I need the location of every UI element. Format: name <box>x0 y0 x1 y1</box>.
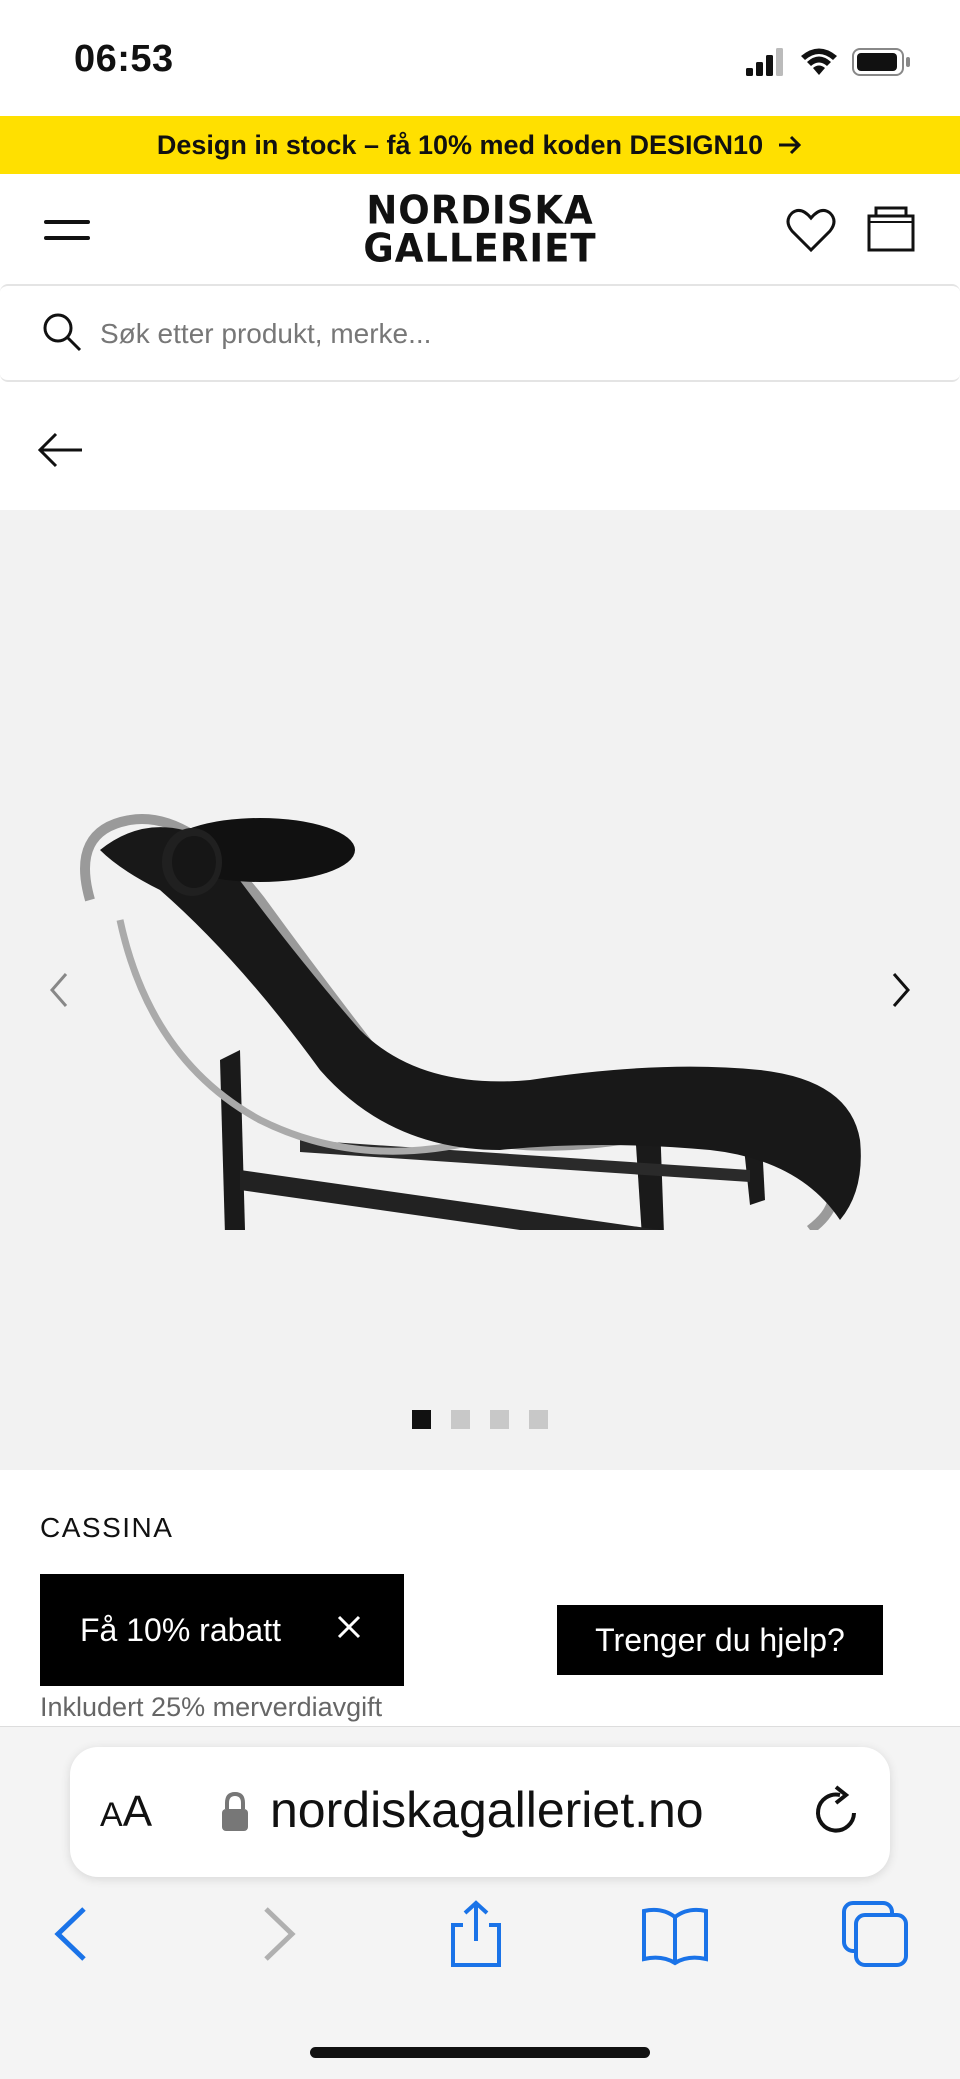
product-image <box>80 814 861 1230</box>
product-gallery[interactable] <box>0 510 960 1470</box>
signal-icon <box>746 48 783 76</box>
text-size-small-a: A <box>100 1796 123 1834</box>
gallery-dot-4[interactable] <box>529 1410 548 1429</box>
menu-icon[interactable] <box>44 214 92 248</box>
url-text: nordiskagalleriet.no <box>270 1782 704 1838</box>
bookmarks-icon[interactable] <box>640 1899 710 1969</box>
discount-popup-button[interactable]: Få 10% rabatt <box>40 1574 404 1686</box>
browser-back-icon[interactable] <box>36 1899 106 1969</box>
browser-forward-icon[interactable] <box>244 1899 314 1969</box>
text-size-large-a: A <box>122 1787 153 1836</box>
lock-icon <box>222 1791 248 1831</box>
search-input[interactable] <box>98 306 922 362</box>
gallery-dot-1[interactable] <box>412 1410 431 1429</box>
wifi-icon <box>801 48 837 75</box>
logo-line1: NORDISKA <box>366 188 594 234</box>
gallery-dot-3[interactable] <box>490 1410 509 1429</box>
address-bar[interactable]: AA nordiskagalleriet.no <box>70 1747 890 1877</box>
arrow-right-icon <box>779 135 802 155</box>
help-button[interactable]: Trenger du hjelp? <box>557 1605 883 1675</box>
home-indicator[interactable] <box>310 2047 650 2058</box>
status-time: 06:53 <box>74 38 174 80</box>
status-icons <box>746 44 912 80</box>
logo-line2: GALLERIET <box>363 225 597 271</box>
gallery-pagination <box>0 1410 960 1429</box>
tabs-icon[interactable] <box>840 1899 910 1969</box>
gallery-dot-2[interactable] <box>451 1410 470 1429</box>
share-icon[interactable] <box>441 1899 511 1969</box>
vat-note: Inkludert 25% merverdiavgift <box>40 1692 383 1722</box>
close-icon[interactable] <box>336 1614 362 1640</box>
discount-label: Få 10% rabatt <box>80 1611 281 1648</box>
reload-icon[interactable] <box>810 1785 864 1839</box>
browser-toolbar: AA nordiskagalleriet.no <box>0 1726 960 2079</box>
bag-icon[interactable] <box>866 204 916 254</box>
back-arrow-icon[interactable] <box>36 430 86 470</box>
product-brand[interactable]: CASSINA <box>40 1512 173 1544</box>
chevron-right-icon[interactable] <box>886 970 916 1010</box>
battery-icon <box>852 48 910 76</box>
site-logo[interactable]: NORDISKA GALLERIET <box>330 188 630 271</box>
promo-banner[interactable]: Design in stock – få 10% med koden DESIG… <box>0 116 960 174</box>
promo-text: Design in stock – få 10% med koden DESIG… <box>156 129 764 160</box>
text-size-button[interactable]: AA <box>100 1787 152 1837</box>
status-bar: 06:53 <box>0 0 960 116</box>
search-bar <box>0 284 960 382</box>
heart-icon[interactable] <box>786 206 836 254</box>
search-icon <box>43 313 82 352</box>
site-header: NORDISKA GALLERIET <box>0 174 960 284</box>
